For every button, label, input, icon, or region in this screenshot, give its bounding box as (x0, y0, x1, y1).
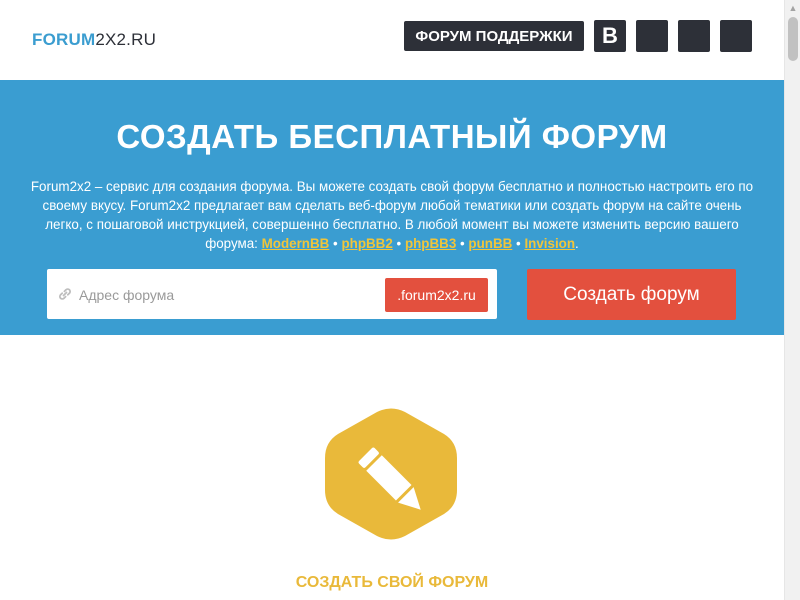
site-logo[interactable]: FORUM2X2.RU (32, 30, 156, 50)
version-separator: • (329, 236, 342, 251)
social-icon[interactable] (678, 20, 710, 52)
link-icon (57, 286, 73, 302)
description-end: . (575, 236, 579, 251)
support-forum-button[interactable]: ФОРУМ ПОДДЕРЖКИ (404, 21, 584, 51)
version-separator: • (512, 236, 525, 251)
create-forum-button[interactable]: Создать форум (527, 269, 736, 320)
scroll-up-icon[interactable]: ▲ (785, 0, 800, 16)
version-link-modernbb[interactable]: ModernBB (262, 236, 330, 251)
forum-address-box: .forum2x2.ru (47, 269, 497, 319)
vk-icon[interactable]: B (594, 20, 626, 52)
feature-title: СОЗДАТЬ СВОЙ ФОРУМ (295, 574, 489, 591)
hero-section: СОЗДАТЬ БЕСПЛАТНЫЙ ФОРУМ Forum2x2 – серв… (0, 80, 784, 335)
version-separator: • (456, 236, 469, 251)
version-separator: • (392, 236, 405, 251)
page-scrollbar[interactable]: ▲ (784, 0, 800, 600)
domain-suffix-badge: .forum2x2.ru (385, 278, 488, 312)
scroll-thumb[interactable] (788, 17, 798, 61)
version-link-phpbb2[interactable]: phpBB2 (341, 236, 392, 251)
hero-title: СОЗДАТЬ БЕСПЛАТНЫЙ ФОРУМ (116, 118, 668, 155)
logo-bold-part: FORUM (32, 30, 96, 49)
social-icon[interactable] (720, 20, 752, 52)
hero-description: Forum2x2 – сервис для создания форума. В… (30, 177, 754, 253)
logo-rest-part: 2X2.RU (95, 30, 157, 49)
social-icon[interactable] (636, 20, 668, 52)
pencil-icon (358, 447, 421, 510)
version-link-phpbb3[interactable]: phpBB3 (405, 236, 456, 251)
version-link-invision[interactable]: Invision (524, 236, 575, 251)
site-header: FORUM2X2.RU ФОРУМ ПОДДЕРЖКИ B (0, 0, 784, 80)
version-link-punbb[interactable]: punBB (468, 236, 512, 251)
create-forum-hexagon (323, 406, 459, 542)
forum-address-input[interactable] (77, 281, 381, 309)
